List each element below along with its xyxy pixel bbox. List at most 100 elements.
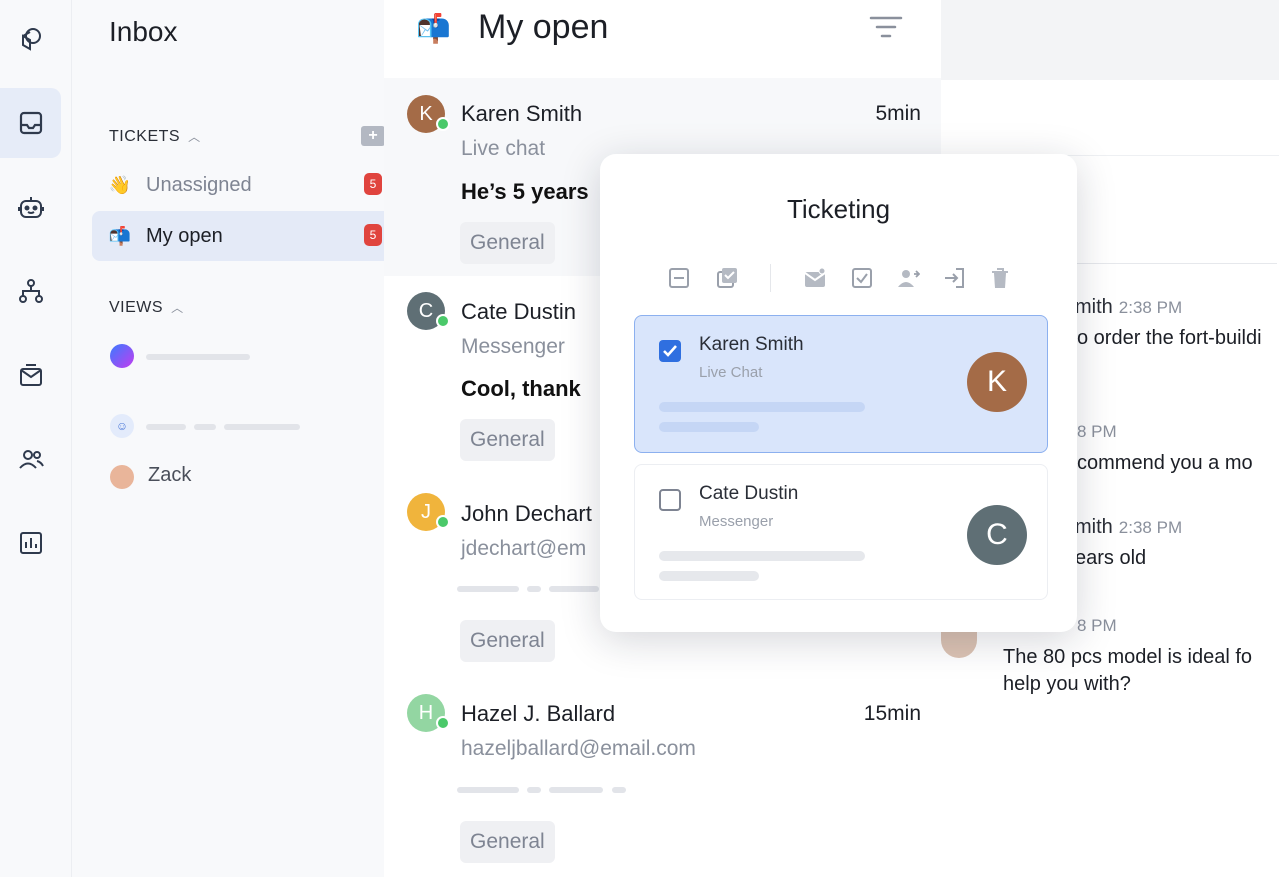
shapes-icon[interactable]: [0, 4, 61, 74]
ticket-row[interactable]: H Hazel J. Ballard 15min hazeljballard@e…: [384, 676, 941, 877]
message-text: commend you a mo: [1077, 452, 1253, 474]
resolve-icon[interactable]: [850, 266, 874, 290]
message-text: o order the fort-buildi: [1077, 327, 1262, 349]
modal-title: Ticketing: [786, 194, 891, 224]
placeholder-bar: [527, 787, 541, 793]
placeholder-bar: [659, 571, 759, 581]
online-indicator: [436, 314, 450, 328]
email-label: hazeljballard@email.com: [461, 737, 696, 760]
avatar: K: [967, 352, 1027, 412]
tag-badge[interactable]: General: [460, 821, 555, 863]
view-item-zack[interactable]: Zack: [110, 464, 310, 490]
views-section-header[interactable]: VIEWS ︿: [109, 299, 184, 317]
message-text: help you with?: [1003, 673, 1131, 695]
placeholder-bar: [549, 787, 603, 793]
placeholder-bar: [146, 424, 186, 430]
count-badge: 5: [364, 173, 382, 195]
timestamp: 15min: [863, 702, 921, 725]
channel-label: Live chat: [461, 137, 546, 160]
placeholder-bar: [549, 586, 599, 592]
list-header: 📬 My open: [384, 0, 941, 78]
checkbox-unchecked[interactable]: [659, 489, 681, 511]
sidebar-item-unassigned[interactable]: 👋 Unassigned 5: [92, 160, 392, 210]
message-meta: mith 2:38 PM: [1075, 296, 1182, 319]
placeholder-bar: [457, 586, 519, 592]
count-badge: 5: [364, 224, 382, 246]
contact-name: Cate Dustin: [461, 299, 576, 324]
conversation-top: [941, 0, 1279, 80]
card-channel: Live Chat: [699, 364, 763, 381]
ticketing-modal: Ticketing Karen Smith Live Chat K Cate D…: [600, 154, 1077, 632]
message-time: 8 PM: [1077, 616, 1117, 635]
tickets-label: TICKETS: [109, 128, 181, 145]
placeholder-bar: [659, 551, 865, 561]
conversation-header: [941, 80, 1279, 156]
email-label: jdechart@em: [461, 537, 587, 560]
message-text: The 80 pcs model is ideal fo: [1003, 646, 1253, 668]
placeholder-bar: [194, 424, 216, 430]
add-ticket-button[interactable]: +: [361, 126, 385, 146]
mailbox-icon: 📬: [108, 225, 132, 246]
inbox-icon[interactable]: [0, 88, 61, 158]
check-icon: [663, 345, 677, 357]
contact-name: Hazel J. Ballard: [461, 701, 616, 726]
contacts-icon[interactable]: [0, 424, 61, 494]
channel-label: Messenger: [461, 335, 565, 358]
message-text: ears old: [1075, 547, 1147, 569]
checkbox-checked[interactable]: [659, 340, 681, 362]
sender-name: mith: [1075, 296, 1113, 318]
mailbox-icon: 📬: [416, 13, 451, 44]
sidebar-item-label: My open: [146, 224, 223, 247]
analytics-icon[interactable]: [0, 508, 61, 578]
sidebar-item-my-open[interactable]: 📬 My open 5: [92, 211, 392, 261]
bot-icon[interactable]: [0, 172, 61, 242]
online-indicator: [436, 117, 450, 131]
timestamp: 5min: [875, 102, 921, 125]
select-all-icon[interactable]: [715, 266, 739, 290]
move-icon[interactable]: [942, 266, 966, 290]
filter-icon[interactable]: [868, 14, 904, 44]
chevron-up-icon: ︿: [171, 301, 184, 315]
contact-name: John Dechart: [461, 501, 592, 526]
view-item-bot[interactable]: ☺: [110, 414, 310, 438]
card-contact-name: Karen Smith: [699, 334, 804, 355]
nav-rail: [0, 0, 72, 877]
message-preview: Cool, thank: [461, 376, 581, 401]
placeholder-bar: [659, 402, 865, 412]
tag-badge[interactable]: General: [460, 620, 555, 662]
message-preview: He’s 5 years: [461, 179, 589, 204]
tag-badge[interactable]: General: [460, 222, 555, 264]
mark-read-icon[interactable]: [803, 266, 827, 290]
online-indicator: [436, 515, 450, 529]
placeholder-bar: [224, 424, 300, 430]
trash-icon[interactable]: [988, 266, 1012, 290]
wave-icon: 👋: [108, 174, 132, 195]
placeholder-bar: [527, 586, 541, 592]
minus-square-icon[interactable]: [667, 266, 691, 290]
online-indicator: [436, 716, 450, 730]
message-meta: mith 2:38 PM: [1075, 516, 1182, 539]
message-time: 2:38 PM: [1118, 298, 1183, 317]
contact-name: Karen Smith: [461, 101, 583, 126]
campaign-icon[interactable]: [0, 340, 61, 410]
workflow-icon[interactable]: [0, 256, 61, 326]
tickets-section-header[interactable]: TICKETS ︿: [109, 128, 201, 146]
placeholder-bar: [457, 787, 519, 793]
message-meta: 8 PM: [1077, 420, 1117, 443]
message-meta: 8 PM: [1077, 614, 1117, 637]
ticket-card[interactable]: Cate Dustin Messenger C: [634, 464, 1048, 600]
inbox-sidebar: Inbox TICKETS ︿ + 👋 Unassigned 5 📬 My ope…: [72, 0, 392, 877]
assign-icon[interactable]: [896, 266, 920, 290]
message-time: 8 PM: [1077, 422, 1117, 441]
messenger-icon: [110, 344, 134, 368]
views-label: VIEWS: [109, 299, 164, 316]
card-channel: Messenger: [699, 513, 774, 530]
ticket-card-selected[interactable]: Karen Smith Live Chat K: [634, 315, 1048, 453]
chevron-up-icon: ︿: [188, 130, 201, 144]
avatar: C: [967, 505, 1027, 565]
sidebar-title: Inbox: [109, 16, 178, 47]
view-item-messenger[interactable]: [110, 344, 270, 368]
tag-badge[interactable]: General: [460, 419, 555, 461]
placeholder-bar: [612, 787, 626, 793]
view-item-label: Zack: [148, 464, 192, 486]
